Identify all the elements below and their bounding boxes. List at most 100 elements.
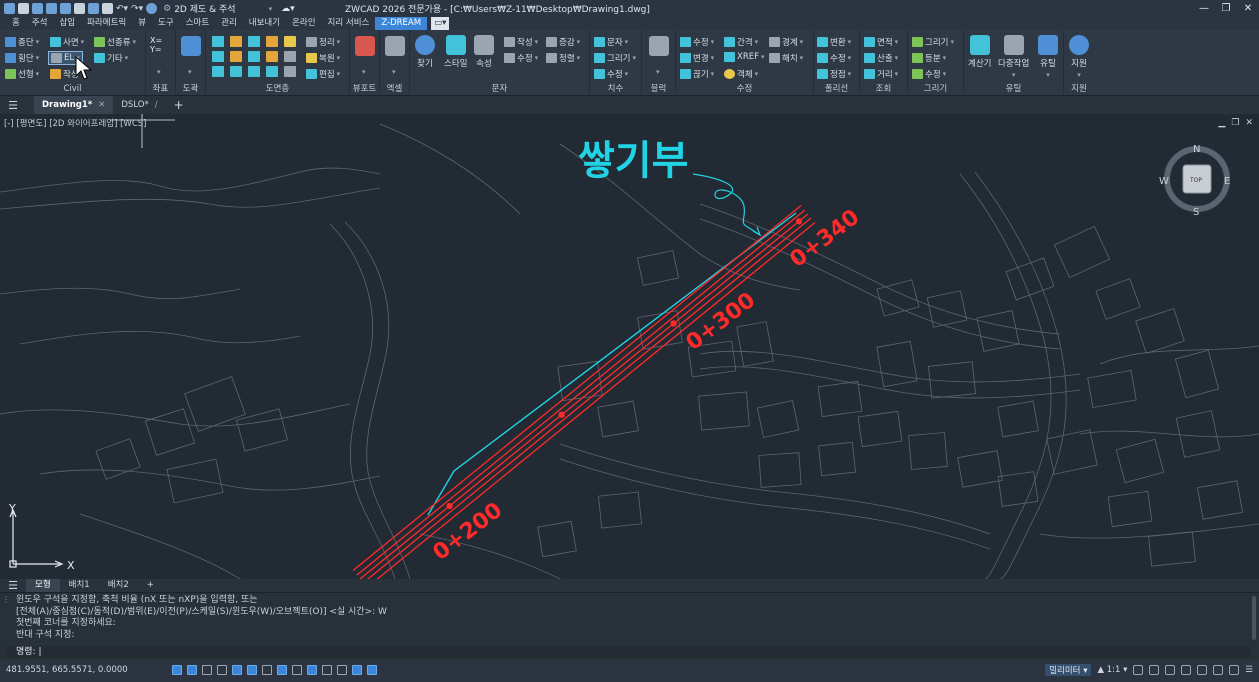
support-button[interactable]: 지원 ▾ (1069, 35, 1089, 79)
tab-z-dream[interactable]: Z-DREAM (375, 17, 428, 30)
open-folder-icon[interactable] (32, 3, 43, 14)
layout-icon[interactable] (102, 3, 113, 14)
coord-button[interactable]: X= Y= (150, 36, 162, 54)
pl-modify-button[interactable]: 수정 ▾ (817, 52, 851, 64)
viewport-more[interactable]: ▾ (362, 68, 366, 76)
maximize-icon[interactable]: ❐ (1215, 0, 1237, 17)
restore-icon[interactable]: ❐ (1231, 118, 1239, 128)
grid-toggle-icon[interactable] (172, 665, 182, 675)
dim-text-button[interactable]: 문자 ▾ (594, 36, 628, 48)
civil-samyeon-button[interactable]: 사면 ▾ (50, 36, 84, 48)
boundary-button[interactable]: 경계 ▾ (769, 36, 803, 48)
customize-menu-icon[interactable]: ☰ (1245, 665, 1253, 675)
pl-convert-button[interactable]: 변환 ▾ (817, 36, 851, 48)
text-create-button[interactable]: 작성 ▾ (504, 36, 538, 48)
annotation-visibility-icon[interactable] (1133, 665, 1144, 675)
change-button[interactable]: 변경 ▾ (680, 52, 714, 64)
undo-icon[interactable]: ↶▾ (116, 4, 128, 14)
xref-button[interactable]: XREF ▾ (724, 52, 765, 62)
civil-hoengdan-button[interactable]: 횡단 ▾ (5, 52, 39, 64)
layer-tool-icon[interactable] (284, 36, 296, 47)
layer-tool-icon[interactable] (248, 36, 260, 47)
dyn-input-toggle-icon[interactable] (277, 665, 287, 675)
doc-tab-drawing1[interactable]: Drawing1* ✕ (34, 96, 114, 114)
auto-scale-icon[interactable] (1149, 665, 1160, 675)
close-icon[interactable]: ✕ (1237, 0, 1259, 17)
layer-tool-icon[interactable] (212, 66, 224, 77)
command-grip-icon[interactable]: ⋮ (2, 595, 10, 604)
new-tab-button[interactable]: + (166, 96, 192, 114)
text-increase-button[interactable]: 증감 ▾ (546, 36, 580, 48)
layer-restore-button[interactable]: 복원 ▾ (306, 52, 340, 64)
dim-draw-button[interactable]: 그리기 ▾ (594, 52, 636, 64)
multi-task-button[interactable]: 다중작업 ▾ (998, 35, 1029, 79)
dim-modify-button[interactable]: 수정 ▾ (594, 68, 628, 80)
tab-export[interactable]: 내보내기 (243, 17, 286, 30)
tab-insert[interactable]: 삽입 (53, 17, 81, 30)
new-file-icon[interactable] (18, 3, 29, 14)
quick-properties-icon[interactable] (352, 665, 362, 675)
otrack-toggle-icon[interactable] (247, 665, 257, 675)
draw-modify-button[interactable]: 수정 ▾ (912, 68, 946, 80)
tab-online[interactable]: 온라인 (286, 17, 321, 30)
view-cube[interactable]: TOP N S E W (1159, 144, 1230, 218)
drawing-viewport[interactable]: Y X 쌓기부 0+340 0+300 0+200 TOP N S E W [-… (0, 114, 1259, 579)
layer-tool-icon[interactable] (284, 51, 296, 62)
layer-tool-icon[interactable] (284, 66, 296, 77)
menu-icon[interactable]: ☰ (0, 99, 26, 112)
layer-tool-icon[interactable] (212, 36, 224, 47)
layer-tool-icon[interactable] (248, 66, 260, 77)
dogak-more[interactable]: ▾ (188, 68, 192, 76)
layer-tool-icon[interactable] (230, 36, 242, 47)
viewport-button[interactable] (355, 36, 375, 56)
layer-tool-icon[interactable] (230, 51, 242, 62)
osnap-toggle-icon[interactable] (232, 665, 242, 675)
style-button[interactable]: 스타일 (444, 35, 467, 69)
minimize-icon[interactable]: ▁ (1218, 118, 1225, 128)
tab-tools[interactable]: 도구 (152, 17, 180, 30)
hatch-button[interactable]: 해치 ▾ (769, 52, 803, 64)
units-dropdown[interactable]: 밀리미터 ▾ (1045, 664, 1092, 676)
selection-filter-icon[interactable] (367, 665, 377, 675)
block-button[interactable] (649, 36, 669, 56)
help-circle-icon[interactable] (146, 3, 158, 14)
coord-more[interactable]: ▾ (157, 68, 161, 76)
viewport-controls-label[interactable]: [-] [평면도] [2D 와이어프레임] [WCS] (4, 117, 146, 129)
civil-linetype-button[interactable]: 선종류 ▾ (94, 36, 136, 48)
compass-w[interactable]: W (1159, 176, 1169, 187)
offset-button[interactable]: 간격 ▾ (724, 36, 758, 48)
doc-tab-dslo[interactable]: DSLO* / (113, 96, 165, 114)
workspace-selector[interactable]: ⚙ 2D 제도 & 주석 ▾ ☁▾ (163, 2, 295, 16)
layer-tool-icon[interactable] (266, 66, 278, 77)
tab-annotate[interactable]: 주석 (26, 17, 54, 30)
add-layout-button[interactable]: + (138, 579, 163, 592)
dogak-button[interactable] (181, 36, 201, 56)
minimize-icon[interactable]: — (1193, 0, 1215, 17)
excel-button[interactable] (385, 36, 405, 56)
command-scrollbar[interactable] (1252, 596, 1256, 640)
ortho-toggle-icon[interactable] (202, 665, 212, 675)
tab-view[interactable]: 뷰 (132, 17, 152, 30)
layer-edit-button[interactable]: 편집 ▾ (306, 68, 340, 80)
civil-etc-button[interactable]: 기타 ▾ (94, 52, 128, 64)
layer-tool-icon[interactable] (230, 66, 242, 77)
lock-icon[interactable] (1181, 665, 1192, 675)
tab-home[interactable]: 홈 (6, 17, 26, 30)
excel-more[interactable]: ▾ (392, 68, 396, 76)
text-modify-button[interactable]: 수정 ▾ (504, 52, 538, 64)
pl-vertex-button[interactable]: 정점 ▾ (817, 68, 851, 80)
civil-jongdan-button[interactable]: 종단 ▾ (5, 36, 39, 48)
close-icon[interactable]: ✕ (98, 96, 105, 114)
close-icon[interactable]: ✕ (1245, 118, 1253, 128)
cloud-icon[interactable]: ☁▾ (281, 4, 295, 14)
selection-cycle-icon[interactable] (322, 665, 332, 675)
find-button[interactable]: 찾기 (415, 35, 435, 69)
clean-screen-icon[interactable] (1229, 665, 1240, 675)
layer-tool-icon[interactable] (212, 51, 224, 62)
layout-tab-1[interactable]: 배치1 (60, 579, 99, 592)
menu-icon[interactable]: ☰ (0, 579, 26, 592)
area-button[interactable]: 면적 ▾ (864, 36, 898, 48)
block-more[interactable]: ▾ (656, 68, 660, 76)
dyn-ucs-toggle-icon[interactable] (262, 665, 272, 675)
tab-smart[interactable]: 스마트 (180, 17, 215, 30)
